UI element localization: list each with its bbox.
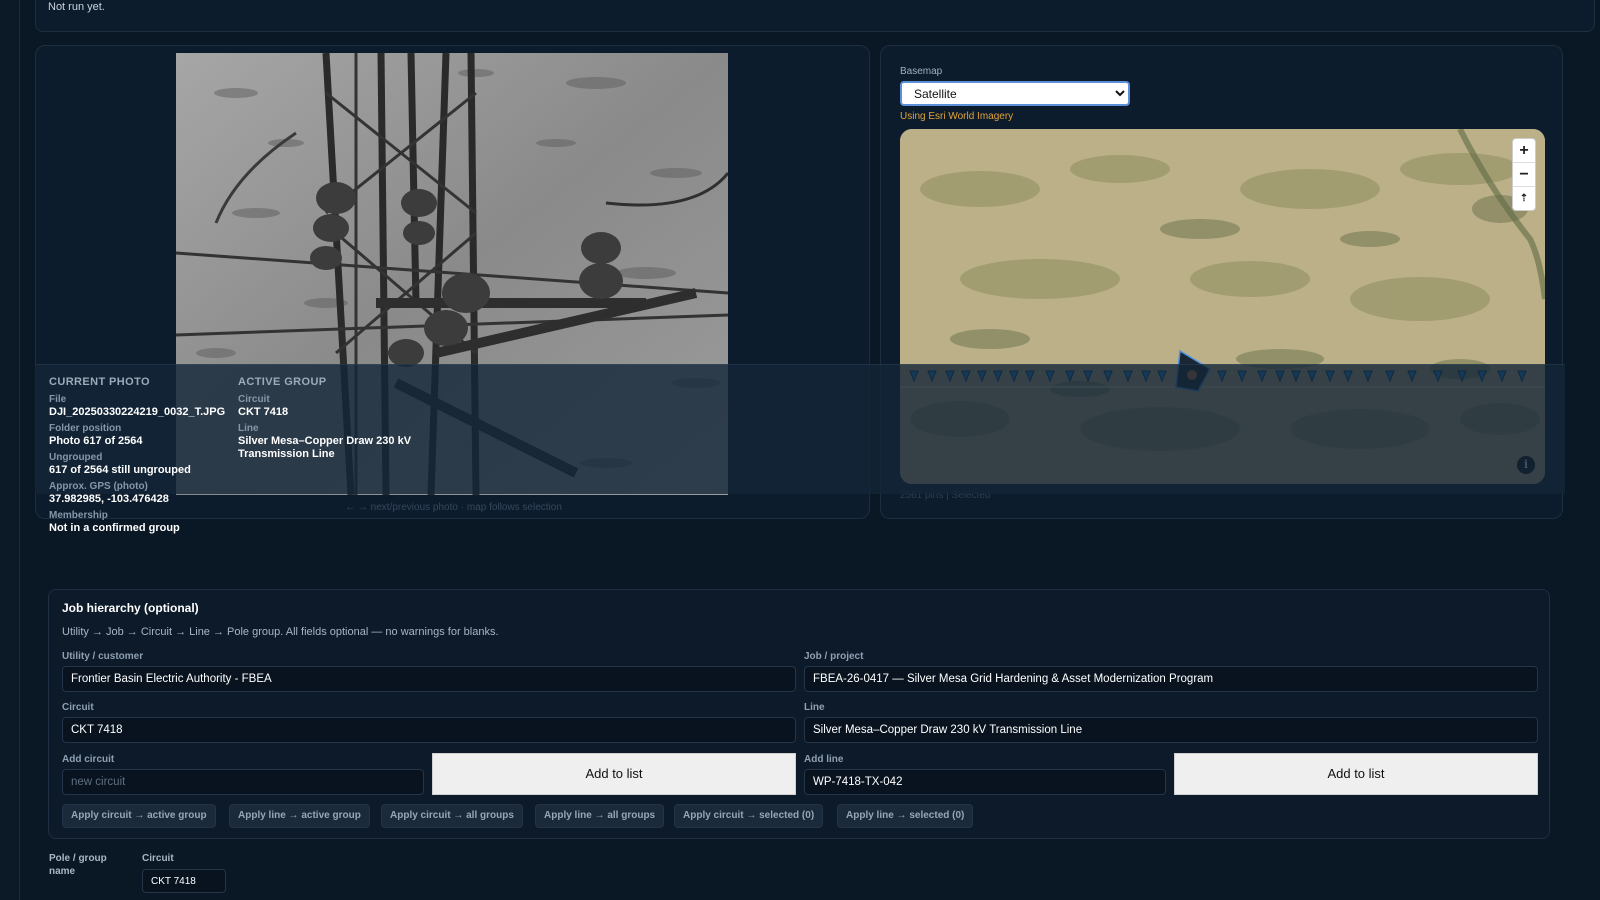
zoom-out-icon[interactable]: − [1513, 163, 1535, 187]
file-value: DJI_20250330224219_0032_T.JPG [49, 406, 226, 418]
job-hierarchy-title: Job hierarchy (optional) [62, 601, 199, 615]
zoom-in-icon[interactable]: + [1513, 139, 1535, 163]
active-circuit-label: Circuit [238, 394, 270, 405]
circuit-label: Circuit [62, 702, 94, 713]
line-select[interactable]: Silver Mesa–Copper Draw 230 kV Transmiss… [804, 717, 1538, 743]
circuit-select[interactable]: CKT 7418 [62, 717, 796, 743]
add-circuit-button[interactable]: Add to list [432, 753, 796, 795]
apply-circuit-all-groups-button[interactable]: Apply circuit → all groups [381, 804, 523, 828]
ungrouped-label: Ungrouped [49, 452, 103, 463]
run-status-text: Not run yet. [48, 1, 105, 13]
folder-position-value: Photo 617 of 2564 [49, 435, 143, 447]
gps-label: Approx. GPS (photo) [49, 481, 148, 492]
active-group-info: ACTIVE GROUP Circuit CKT 7418 Line Silve… [238, 376, 438, 465]
add-circuit-input[interactable]: new circuit [62, 769, 424, 795]
apply-line-all-groups-button[interactable]: Apply line → all groups [535, 804, 665, 828]
basemap-select[interactable]: Satellite [900, 81, 1130, 106]
pole-group-name-label: Pole / group name [49, 853, 107, 877]
job-label: Job / project [804, 651, 864, 662]
run-status-card: Not run yet. [35, 0, 1595, 32]
line-label: Line [804, 702, 825, 713]
folder-position-label: Folder position [49, 423, 122, 434]
map-zoom-control: + − ⇡ [1512, 138, 1536, 211]
job-input[interactable]: FBEA-26-0417 — Silver Mesa Grid Hardenin… [804, 666, 1538, 692]
reset-north-icon[interactable]: ⇡ [1513, 187, 1535, 211]
active-group-heading: ACTIVE GROUP [238, 376, 327, 388]
membership-value: Not in a confirmed group [49, 522, 180, 534]
active-circuit-value: CKT 7418 [238, 406, 289, 418]
current-photo-info: CURRENT PHOTO File DJI_20250330224219_00… [49, 376, 225, 539]
apply-circuit-selected-button[interactable]: Apply circuit → selected (0) [674, 804, 824, 828]
apply-circuit-active-group-button[interactable]: Apply circuit → active group [62, 804, 216, 828]
basemap-label: Basemap [900, 66, 943, 77]
pole-group-circuit-label: Circuit [142, 853, 174, 864]
utility-input[interactable]: Frontier Basin Electric Authority - FBEA [62, 666, 796, 692]
gps-value: 37.982985, -103.476428 [49, 493, 169, 505]
active-line-value: Silver Mesa–Copper Draw 230 kV Transmiss… [238, 435, 412, 460]
ungrouped-value: 617 of 2564 still ungrouped [49, 464, 191, 476]
apply-line-active-group-button[interactable]: Apply line → active group [229, 804, 370, 828]
file-label: File [49, 394, 67, 405]
add-line-input[interactable]: WP-7418-TX-042 [804, 769, 1166, 795]
job-hierarchy-card: Job hierarchy (optional) Utility → Job →… [48, 589, 1550, 839]
job-hierarchy-subtitle: Utility → Job → Circuit → Line → Pole gr… [62, 626, 499, 638]
add-line-label: Add line [804, 754, 844, 765]
add-line-button[interactable]: Add to list [1174, 753, 1538, 795]
active-line-label: Line [238, 423, 259, 434]
basemap-source-note: Using Esri World Imagery [900, 111, 1014, 122]
pole-group-circuit-select[interactable]: CKT 7418 [142, 869, 226, 893]
current-photo-heading: CURRENT PHOTO [49, 376, 150, 388]
add-circuit-label: Add circuit [62, 754, 115, 765]
utility-label: Utility / customer [62, 651, 144, 662]
apply-line-selected-button[interactable]: Apply line → selected (0) [837, 804, 974, 828]
membership-label: Membership [49, 510, 108, 521]
left-rail [0, 0, 20, 900]
